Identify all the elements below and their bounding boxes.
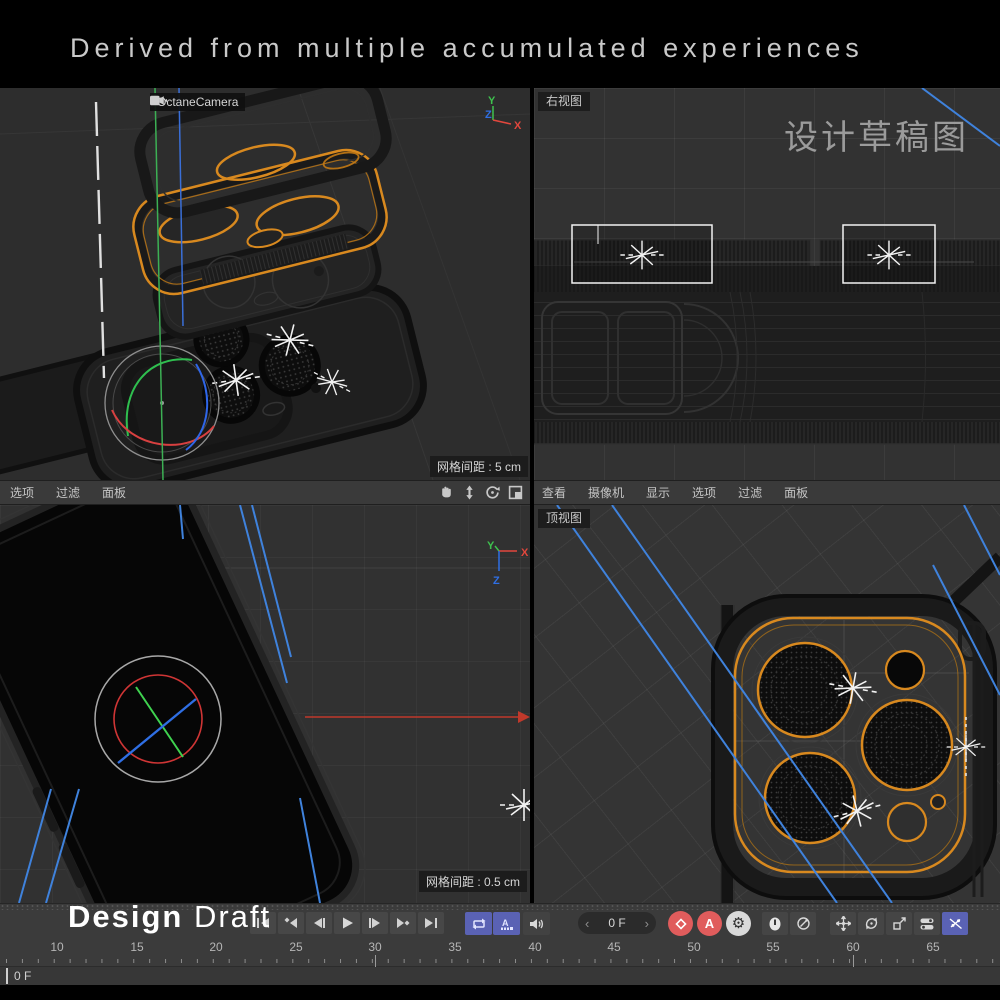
ruler-number: 55 <box>766 940 779 954</box>
lidar-circle <box>888 803 926 841</box>
svg-text:Y: Y <box>488 95 496 107</box>
sound-track-toggle[interactable]: A <box>493 912 520 935</box>
current-frame-field[interactable]: ‹ 0 F › <box>578 912 656 934</box>
record-position-toggle[interactable] <box>762 912 788 935</box>
brand-bold: Design <box>68 899 183 934</box>
menu-view[interactable]: 查看 <box>542 484 566 501</box>
frame-value[interactable]: 0 F <box>608 916 625 930</box>
pan-hand-icon[interactable] <box>438 485 455 500</box>
front-view-canvas[interactable]: Y X Z <box>0 505 530 903</box>
ruler-number: 65 <box>926 940 939 954</box>
rotation-gizmo[interactable] <box>95 656 221 782</box>
viewport-top-view[interactable]: 顶视图 <box>534 505 1000 903</box>
viewport-menubar-right-view: 查看 摄像机 显示 选项 过滤 面板 <box>534 480 1000 505</box>
brand-light: Draft <box>183 899 271 934</box>
loop-playback-toggle[interactable] <box>465 912 492 935</box>
ruler-major-tick <box>375 955 376 967</box>
mic-circle <box>931 795 945 809</box>
maximize-view-icon[interactable] <box>507 485 524 500</box>
gear-icon: ⚙ <box>732 916 745 931</box>
timeline-playhead-row[interactable]: 0 F <box>0 967 1000 985</box>
ruler-number: 35 <box>448 940 461 954</box>
sparkle-annotation <box>500 789 530 821</box>
menu-display[interactable]: 显示 <box>646 484 670 501</box>
playhead-frame-label: 0 F <box>14 969 31 983</box>
header-title: Derived from multiple accumulated experi… <box>70 33 864 64</box>
menu-camera[interactable]: 摄像机 <box>588 484 624 501</box>
timeline-ruler[interactable]: 10 15 20 25 30 35 40 45 50 55 60 65 <box>0 937 1000 955</box>
move-tool-button[interactable] <box>830 912 856 935</box>
next-frame-button[interactable] <box>362 912 388 934</box>
grid-spacing-label: 网格间距 : 0.5 cm <box>419 871 527 892</box>
ruler-number: 50 <box>687 940 700 954</box>
svg-text:A: A <box>502 918 509 928</box>
svg-text:X: X <box>521 547 529 559</box>
menu-options[interactable]: 选项 <box>10 484 34 501</box>
zoom-updown-icon[interactable] <box>461 485 478 500</box>
menu-panel[interactable]: 面板 <box>784 484 808 501</box>
viewport-title-top[interactable]: 顶视图 <box>538 509 590 528</box>
ruler-number: 25 <box>289 940 302 954</box>
previous-key-button[interactable] <box>278 912 304 934</box>
axis-gizmo: Y Z X <box>485 95 522 132</box>
viewport-menubar-perspective: 选项 过滤 面板 <box>0 480 530 505</box>
camera-icon <box>150 93 167 108</box>
viewport-front-view[interactable]: Y X Z 网格间距 : 0.5 cm <box>0 505 530 903</box>
svg-text:Z: Z <box>493 575 500 587</box>
ruler-number: 15 <box>130 940 143 954</box>
record-keyframe-button[interactable] <box>668 911 693 936</box>
x-axis-arrow[interactable] <box>305 711 530 723</box>
header-bar: Derived from multiple accumulated experi… <box>0 0 1000 88</box>
svg-text:X: X <box>514 120 522 132</box>
camera-label-text: OctaneCamera <box>157 95 238 109</box>
world-axis-white <box>96 102 104 378</box>
svg-text:Z: Z <box>485 109 492 121</box>
frame-decrement[interactable]: ‹ <box>585 916 589 931</box>
previous-frame-button[interactable] <box>306 912 332 934</box>
brand-watermark: Design Draft <box>68 899 271 935</box>
rotate-tool-button[interactable] <box>858 912 884 935</box>
ruler-number: 40 <box>528 940 541 954</box>
record-rotation-toggle[interactable] <box>790 912 816 935</box>
ruler-number: 10 <box>50 940 63 954</box>
ruler-number: 30 <box>368 940 381 954</box>
construction-line <box>0 114 530 134</box>
timeline-tick-strip[interactable] <box>0 955 1000 967</box>
top-view-canvas[interactable] <box>534 505 1000 903</box>
svg-text:Y: Y <box>487 540 495 552</box>
layer-states-button[interactable] <box>914 912 940 935</box>
volume-toggle[interactable] <box>523 912 550 935</box>
camera-module-wireframe[interactable] <box>716 557 1000 903</box>
frame-increment[interactable]: › <box>645 916 649 931</box>
menu-filter[interactable]: 过滤 <box>738 484 762 501</box>
playhead-marker[interactable] <box>6 968 8 984</box>
menu-panel[interactable]: 面板 <box>102 484 126 501</box>
menu-filter[interactable]: 过滤 <box>56 484 80 501</box>
axis-gizmo: Y X Z <box>487 540 529 587</box>
ruler-number: 60 <box>846 940 859 954</box>
scale-tool-button[interactable] <box>886 912 912 935</box>
autokey-button[interactable]: A <box>697 911 722 936</box>
next-key-button[interactable] <box>390 912 416 934</box>
ruler-major-tick <box>853 955 854 967</box>
viewport-title-right[interactable]: 右视图 <box>538 92 590 111</box>
ruler-number: 20 <box>209 940 222 954</box>
bottom-strip <box>0 985 1000 1000</box>
camera-label[interactable]: OctaneCamera <box>150 93 245 111</box>
menu-options[interactable]: 选项 <box>692 484 716 501</box>
goto-end-button[interactable] <box>418 912 444 934</box>
grid-spacing-label: 网格间距 : 5 cm <box>430 456 528 477</box>
ruler-number: 45 <box>607 940 620 954</box>
flash-circle <box>886 651 924 689</box>
perspective-canvas[interactable]: Y Z X <box>0 88 530 480</box>
pla-keying-toggle[interactable] <box>942 912 968 935</box>
viewport-perspective[interactable]: Y Z X OctaneCamera 网格间距 : 5 cm <box>0 88 530 480</box>
camera-lenses[interactable] <box>752 637 958 849</box>
rotate-view-icon[interactable] <box>484 485 501 500</box>
sketch-watermark: 设计草稿图 <box>784 110 969 159</box>
keying-settings-button[interactable]: ⚙ <box>726 911 751 936</box>
play-button[interactable] <box>334 912 360 934</box>
